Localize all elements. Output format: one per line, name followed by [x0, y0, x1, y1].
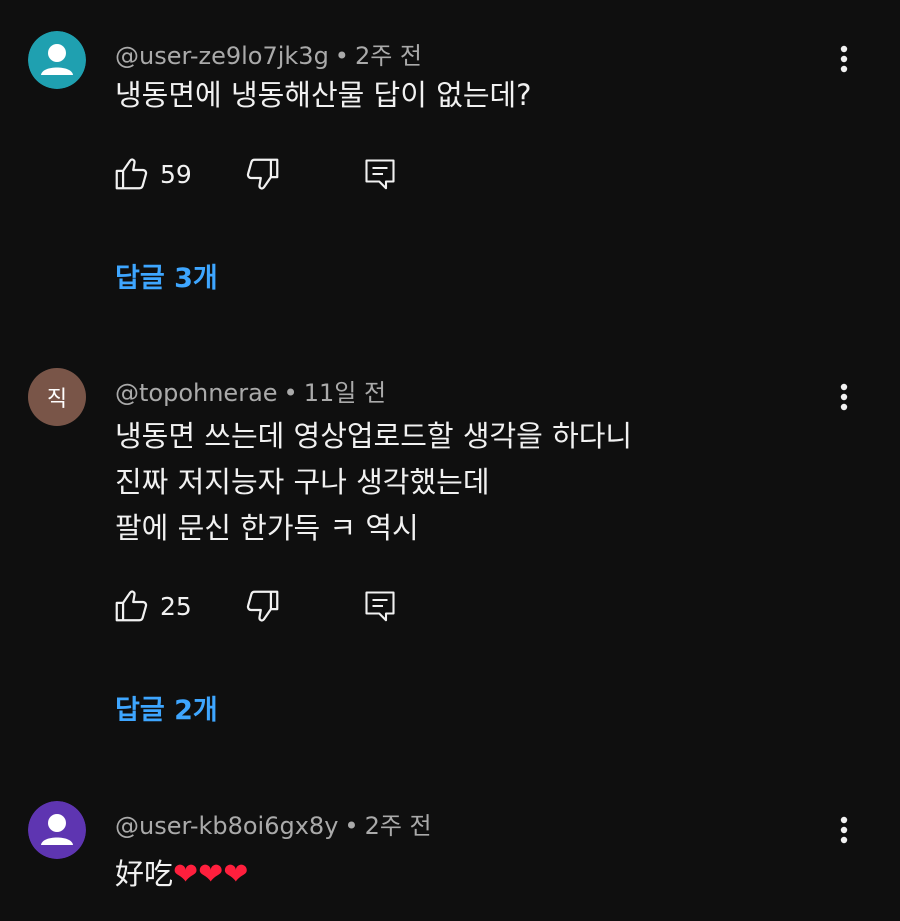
comment-line: 냉동면 쓰는데 영상업로드할 생각을 하다니 [115, 419, 633, 453]
more-button[interactable] [822, 37, 866, 81]
person-icon [28, 801, 86, 859]
avatar[interactable] [28, 801, 86, 859]
meta-separator: • [344, 812, 359, 840]
comment-time: 2주 전 [364, 812, 432, 840]
more-vert-icon [840, 383, 848, 411]
author-handle[interactable]: @topohnerae [115, 379, 278, 407]
like-button[interactable]: 25 [112, 583, 192, 629]
thumbs-down-icon [246, 158, 279, 190]
reply-icon [365, 159, 395, 190]
comment-time: 11일 전 [303, 379, 387, 407]
author-handle[interactable]: @user-kb8oi6gx8y [115, 812, 338, 840]
comment-line: 냉동면에 냉동해산물 답이 없는데? [115, 78, 532, 112]
comment-line: 好吃 [115, 857, 174, 891]
like-button[interactable]: 59 [112, 151, 192, 197]
more-button[interactable] [822, 808, 866, 852]
comment-meta: @user-kb8oi6gx8y • 2주 전 [115, 806, 432, 841]
thumbs-down-icon [246, 590, 279, 622]
view-replies-button[interactable]: 답글 3개 [115, 256, 218, 295]
comment-text: 냉동면에 냉동해산물 답이 없는데? [115, 72, 532, 118]
avatar[interactable] [28, 31, 86, 89]
thumbs-up-icon [115, 158, 148, 190]
dislike-button[interactable] [244, 583, 282, 629]
reply-button[interactable] [362, 151, 398, 197]
heart-emoji: ❤❤❤ [173, 857, 249, 892]
more-vert-icon [840, 816, 848, 844]
comment-meta: @topohnerae • 11일 전 [115, 373, 386, 408]
author-handle[interactable]: @user-ze9lo7jk3g [115, 42, 329, 70]
reply-icon [365, 591, 395, 622]
dislike-button[interactable] [244, 151, 282, 197]
more-button[interactable] [822, 375, 866, 419]
meta-separator: • [334, 42, 349, 70]
reply-button[interactable] [362, 583, 398, 629]
person-icon [28, 31, 86, 89]
comment-meta: @user-ze9lo7jk3g • 2주 전 [115, 36, 422, 71]
comment-text: 냉동면 쓰는데 영상업로드할 생각을 하다니 진짜 저지능자 구나 생각했는데 … [115, 413, 632, 551]
comment-text: 好吃❤❤❤ [115, 851, 248, 898]
avatar[interactable]: 직 [28, 368, 86, 426]
like-count: 59 [160, 159, 192, 189]
comment-line: 팔에 문신 한가득 ㅋ 역시 [115, 511, 419, 545]
more-vert-icon [840, 45, 848, 73]
view-replies-button[interactable]: 답글 2개 [115, 688, 218, 727]
comment-time: 2주 전 [354, 42, 423, 70]
avatar-letter: 직 [46, 387, 68, 412]
thumbs-up-icon [115, 590, 148, 622]
like-count: 25 [160, 591, 192, 621]
meta-separator: • [283, 379, 298, 407]
comment-line: 진짜 저지능자 구나 생각했는데 [115, 465, 490, 499]
